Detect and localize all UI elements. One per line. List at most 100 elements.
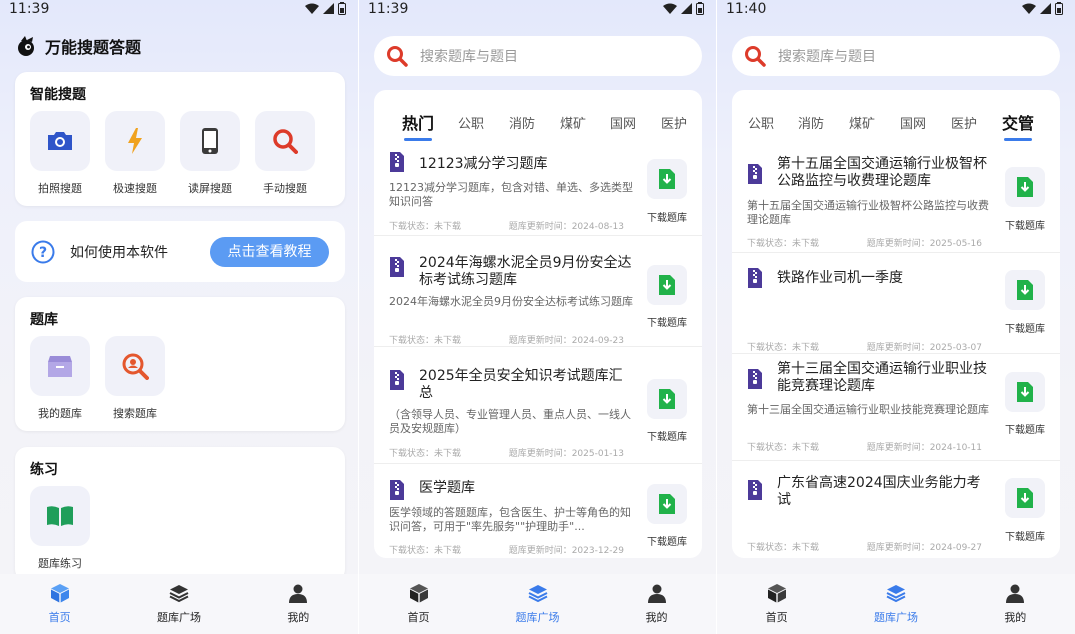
download-button[interactable]	[1005, 478, 1045, 518]
app-title: 万能搜题答题	[45, 38, 142, 57]
nav-label: 首页	[48, 611, 71, 624]
box-icon	[48, 356, 72, 377]
nav-mine[interactable]: 我的	[239, 574, 358, 634]
view-tutorial-button[interactable]: 点击查看教程	[210, 237, 329, 267]
download-label: 下载题库	[1005, 532, 1045, 543]
item-title: 医学题库	[419, 480, 475, 496]
bank-practice-button[interactable]: 题库练习	[30, 486, 90, 571]
svg-text:?: ?	[39, 245, 47, 261]
list-item[interactable]: 医学题库 医学领域的答题题库，包含医生、护士等角色的知识问答，可用于"率先服务"…	[374, 465, 702, 558]
help-text: 如何使用本软件	[70, 245, 168, 261]
download-label: 下载题库	[1005, 221, 1045, 232]
download-button[interactable]	[1005, 167, 1045, 207]
bank-square-screen-hot: 11:39 搜索题库与题目 热门 公职 消防 煤矿 国网 医护 12123减分学…	[359, 0, 716, 634]
fast-search-button[interactable]: 极速搜题	[105, 111, 165, 196]
layers-icon	[528, 585, 547, 603]
list-item[interactable]: 第十三届全国交通运输行业职业技能竞赛理论题库 第十三届全国交通运输行业职业技能竞…	[732, 355, 1060, 461]
list-item[interactable]: 广东省高速2024国庆业务能力考试 下载状态：未下载 题库更新时间：2024-09…	[732, 462, 1060, 558]
cube-icon	[409, 584, 428, 603]
tool-label: 题库练习	[38, 557, 82, 570]
zip-file-icon	[390, 480, 404, 500]
bank-card: 题库 我的题库 搜索题库	[15, 297, 345, 431]
nav-home[interactable]: 首页	[0, 574, 119, 634]
category-tabs: 热门 公职 消防 煤矿 国网 医护	[374, 110, 702, 134]
tab-grid[interactable]: 国网	[900, 113, 926, 132]
download-status: 下载状态：未下载	[389, 222, 462, 232]
nav-bank-square[interactable]: 题库广场	[836, 574, 955, 634]
download-label: 下载题库	[1005, 425, 1045, 436]
download-button[interactable]	[647, 484, 687, 524]
nav-home[interactable]: 首页	[359, 574, 478, 634]
signal-icon	[1040, 3, 1051, 14]
smart-search-card: 智能搜题 拍照搜题 极速搜题 读屏搜题 手动搜题	[15, 72, 345, 206]
nav-bank-square[interactable]: 题库广场	[119, 574, 238, 634]
tab-fire[interactable]: 消防	[509, 113, 535, 132]
update-time: 题库更新时间：2024-08-13	[508, 222, 624, 232]
manual-search-button[interactable]: 手动搜题	[255, 111, 315, 196]
tab-medical[interactable]: 医护	[661, 113, 687, 132]
my-bank-button[interactable]: 我的题库	[30, 336, 90, 421]
tab-public-service[interactable]: 公职	[458, 113, 484, 132]
download-status: 下载状态：未下载	[747, 543, 820, 553]
download-status: 下载状态：未下载	[389, 336, 462, 346]
battery-icon	[338, 2, 346, 15]
item-title: 铁路作业司机一季度	[777, 270, 903, 286]
tab-coal[interactable]: 煤矿	[560, 113, 586, 132]
tab-medical[interactable]: 医护	[951, 113, 977, 132]
search-input[interactable]: 搜索题库与题目	[374, 36, 702, 76]
search-input[interactable]: 搜索题库与题目	[732, 36, 1060, 76]
item-title: 2024年海螺水泥全员9月份安全达标考试练习题库	[419, 255, 632, 288]
camera-icon	[48, 132, 72, 150]
tab-grid[interactable]: 国网	[610, 113, 636, 132]
download-label: 下载题库	[647, 537, 687, 548]
tool-label: 读屏搜题	[188, 182, 232, 195]
item-desc: 医学领域的答题题库，包含医生、护士等角色的知识问答，可用于"率先服务""护理助手…	[389, 506, 631, 533]
tool-label: 极速搜题	[113, 182, 157, 195]
app-logo-icon	[18, 36, 34, 56]
layers-icon	[886, 585, 906, 603]
photo-search-button[interactable]: 拍照搜题	[30, 111, 90, 196]
list-item[interactable]: 2025年全员安全知识考试题库汇总 （含领导人员、专业管理人员、重点人员、一线人…	[374, 348, 702, 464]
download-button[interactable]	[647, 379, 687, 419]
download-label: 下载题库	[647, 318, 687, 329]
bank-square-screen-traffic: 11:40 搜索题库与题目 公职 消防 煤矿 国网 医护 交管 第十五届全国交通…	[717, 0, 1075, 634]
book-icon	[47, 506, 73, 526]
bottom-nav: 首页 题库广场 我的	[359, 574, 716, 634]
nav-bank-square[interactable]: 题库广场	[478, 574, 597, 634]
download-icon	[659, 389, 675, 409]
nav-home[interactable]: 首页	[717, 574, 836, 634]
tab-public-service[interactable]: 公职	[748, 113, 774, 132]
help-card: ? 如何使用本软件 点击查看教程	[15, 221, 345, 282]
list-item[interactable]: 铁路作业司机一季度 下载状态：未下载 题库更新时间：2025-03-07 下载题库	[732, 254, 1060, 354]
download-button[interactable]	[1005, 372, 1045, 412]
zip-file-icon	[748, 268, 762, 288]
bottom-nav: 首页 题库广场 我的	[717, 574, 1075, 634]
home-cube-icon	[50, 584, 69, 603]
search-bank-button[interactable]: 搜索题库	[105, 336, 165, 421]
search-bank-icon	[122, 353, 149, 380]
tab-fire[interactable]: 消防	[798, 113, 824, 132]
home-screen: 11:39 万能搜题答题 智能搜题 拍照搜题 极速搜题 读屏搜题 手动搜题 ? …	[0, 0, 358, 634]
tab-hot[interactable]: 热门	[402, 110, 434, 134]
list-item[interactable]: 12123减分学习题库 12123减分学习题库，包含对错、单选、多选类型知识问答…	[374, 148, 702, 236]
item-desc: 第十三届全国交通运输行业职业技能竞赛理论题库	[747, 403, 989, 416]
signal-icon	[681, 3, 692, 14]
download-button[interactable]	[647, 265, 687, 305]
bank-title: 题库	[30, 312, 58, 328]
search-icon	[745, 46, 766, 67]
screen-read-search-button[interactable]: 读屏搜题	[180, 111, 240, 196]
tab-coal[interactable]: 煤矿	[849, 113, 875, 132]
nav-mine[interactable]: 我的	[597, 574, 716, 634]
wifi-icon	[1022, 3, 1036, 14]
signal-icon	[323, 3, 334, 14]
tab-traffic[interactable]: 交管	[1002, 110, 1034, 134]
nav-mine[interactable]: 我的	[956, 574, 1075, 634]
tool-label: 我的题库	[38, 407, 82, 420]
update-time: 题库更新时间：2025-01-13	[508, 449, 624, 459]
list-item[interactable]: 2024年海螺水泥全员9月份安全达标考试练习题库 2024年海螺水泥全员9月份安…	[374, 237, 702, 347]
item-title: 第十三届全国交通运输行业职业技能竞赛理论题库	[777, 361, 987, 394]
download-button[interactable]	[647, 159, 687, 199]
update-time: 题库更新时间：2025-05-16	[866, 239, 982, 249]
download-button[interactable]	[1005, 270, 1045, 310]
list-item[interactable]: 第十五届全国交通运输行业极智杯公路监控与收费理论题库 第十五届全国交通运输行业极…	[732, 150, 1060, 253]
